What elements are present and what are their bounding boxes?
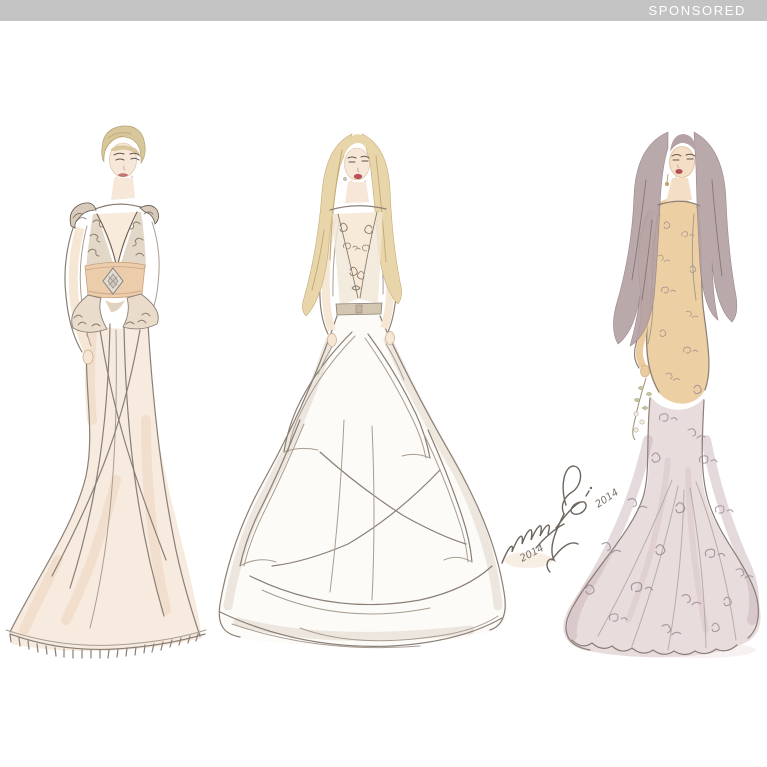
sponsored-image-card: SPONSORED bbox=[0, 0, 767, 767]
center-earring bbox=[343, 177, 346, 180]
sponsored-label: SPONSORED bbox=[649, 0, 767, 21]
center-figure-bodice bbox=[332, 212, 383, 315]
designer-signature-1: 2014 bbox=[502, 487, 592, 565]
sketch-left-gown bbox=[6, 126, 206, 658]
left-cap-sleeve-right bbox=[140, 205, 159, 224]
left-sash bbox=[85, 262, 145, 298]
signature-2-year: 2014 bbox=[594, 487, 621, 510]
sketch-right-gown bbox=[563, 132, 760, 657]
right-earring bbox=[665, 182, 669, 186]
left-peplum bbox=[72, 294, 159, 332]
left-figure-bodice bbox=[70, 203, 158, 268]
sketch-center-gown bbox=[218, 134, 507, 648]
sponsored-banner: SPONSORED bbox=[0, 0, 767, 21]
gown-sketches-illustration: 2014 2014 bbox=[0, 0, 767, 767]
left-figure-head bbox=[102, 126, 145, 200]
center-figure-lips bbox=[354, 174, 362, 179]
right-figure-lips bbox=[675, 169, 682, 174]
right-hand bbox=[641, 365, 650, 377]
